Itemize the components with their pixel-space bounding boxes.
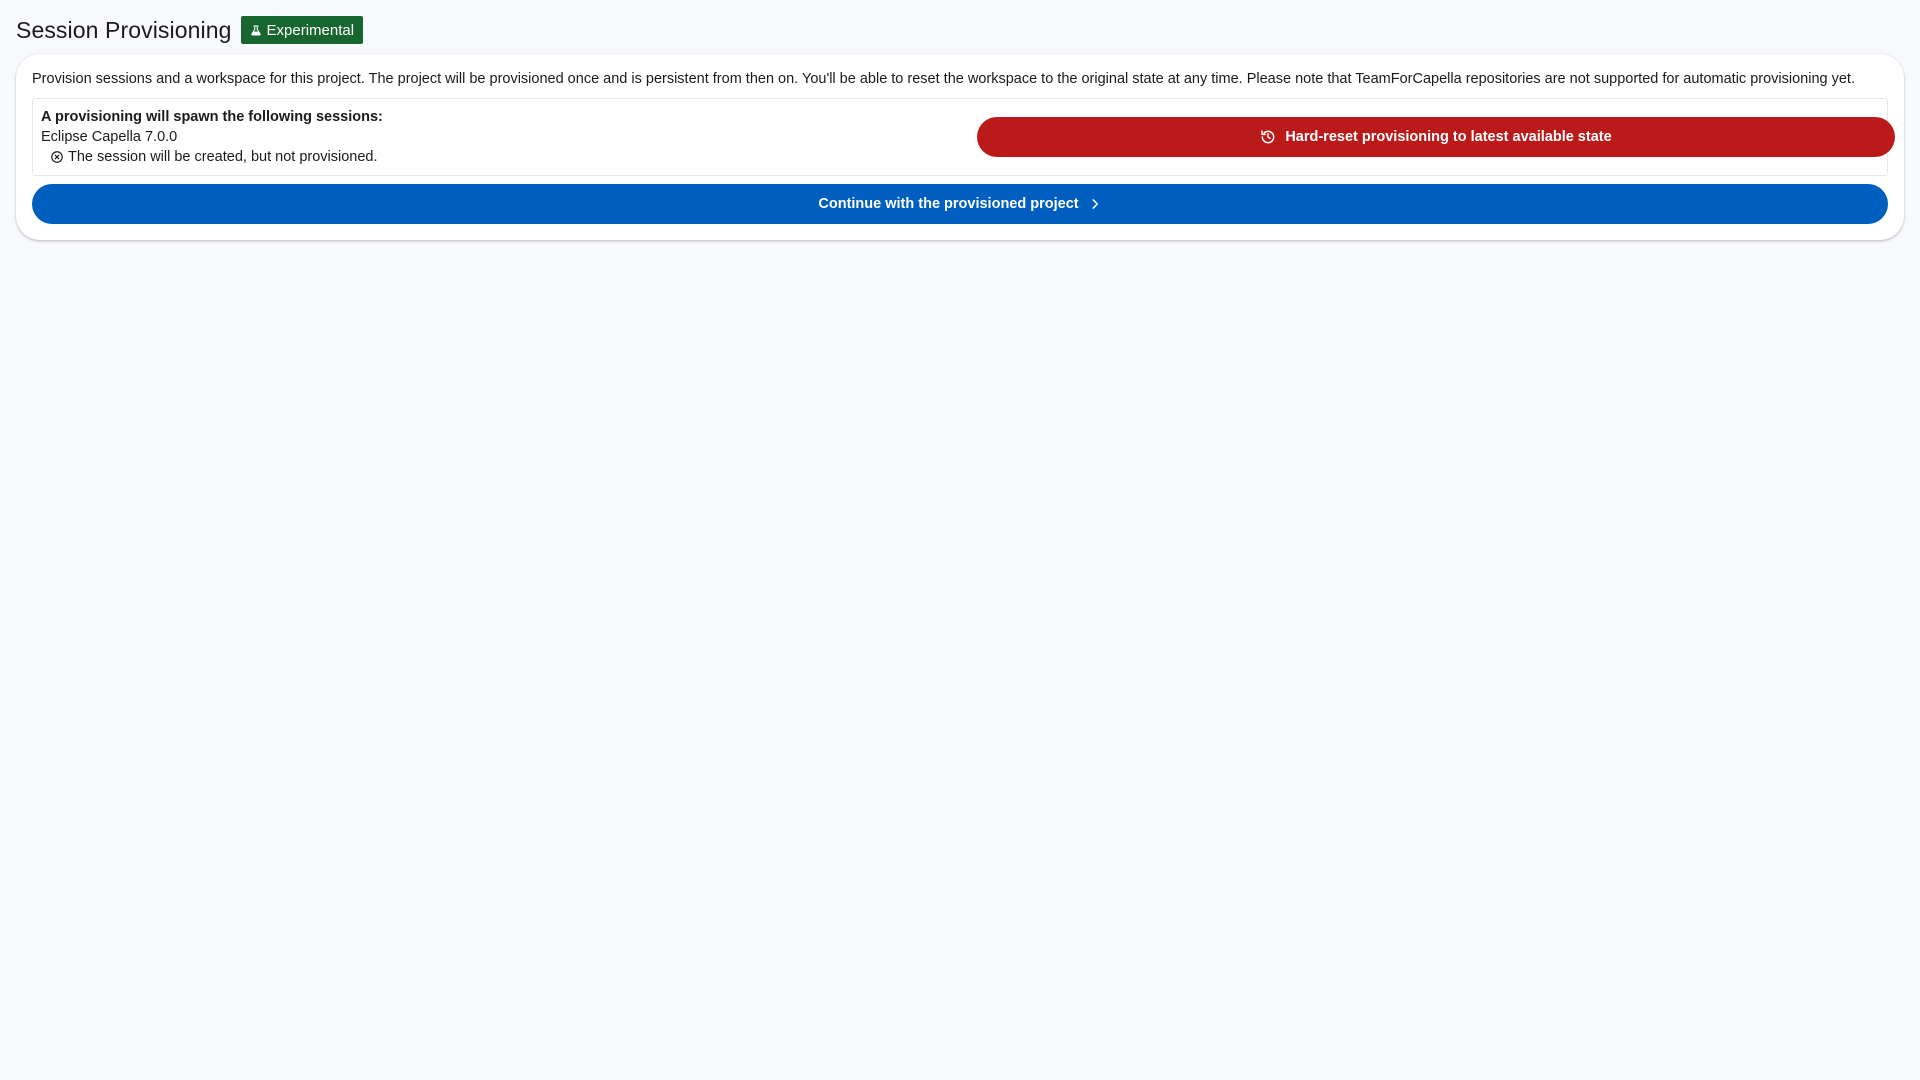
page: Session Provisioning Experimental Provis… [0, 0, 1920, 1080]
chevron-right-icon [1088, 197, 1102, 211]
experimental-badge: Experimental [240, 16, 364, 44]
session-status-text: The session will be created, but not pro… [68, 149, 378, 165]
continue-button[interactable]: Continue with the provisioned project [32, 184, 1888, 224]
hard-reset-button[interactable]: Hard-reset provisioning to latest availa… [977, 117, 1895, 157]
provisioning-card: Provision sessions and a workspace for t… [16, 54, 1904, 240]
page-title: Session Provisioning [16, 16, 232, 43]
history-icon [1260, 129, 1276, 145]
continue-label: Continue with the provisioned project [818, 196, 1079, 212]
sessions-heading: A provisioning will spawn the following … [41, 109, 383, 125]
badge-label: Experimental [266, 21, 355, 39]
provisioning-description: Provision sessions and a workspace for t… [32, 71, 1855, 87]
flask-icon [250, 24, 262, 37]
hard-reset-label: Hard-reset provisioning to latest availa… [1285, 129, 1612, 145]
page-header: Session Provisioning Experimental [16, 16, 364, 44]
sessions-panel: A provisioning will spawn the following … [32, 98, 1895, 176]
cancel-circle-icon [50, 150, 64, 164]
session-name: Eclipse Capella 7.0.0 [41, 129, 178, 145]
session-status: The session will be created, but not pro… [50, 149, 378, 165]
